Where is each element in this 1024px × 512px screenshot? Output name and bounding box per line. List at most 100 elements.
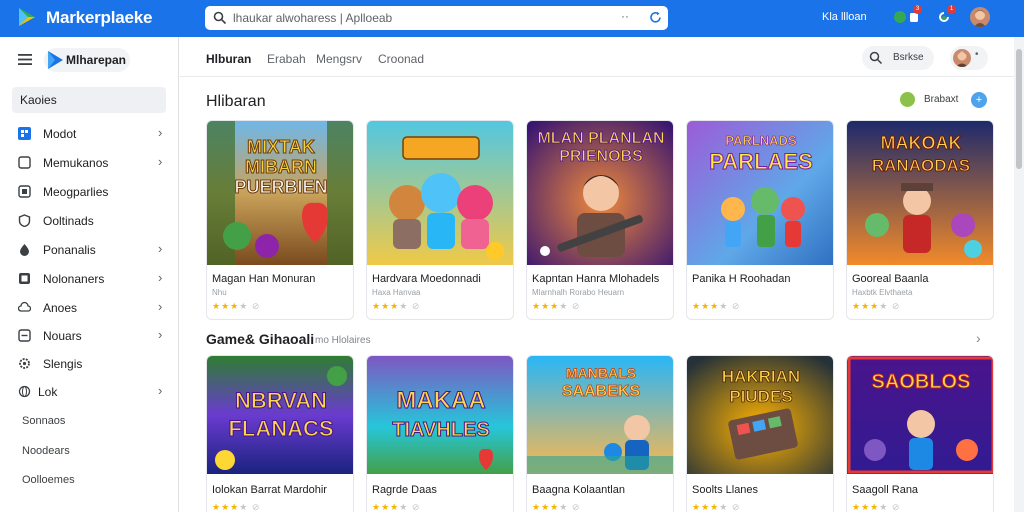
sidebar-item-label: Ooltinads <box>43 214 94 228</box>
sidebar-item-meogparlies[interactable]: Meogparlies <box>0 180 179 204</box>
square-icon <box>19 273 30 284</box>
game-title: Soolts Llanes <box>692 484 759 496</box>
sidebar-item-label: Nouars <box>43 329 82 343</box>
chevron-right-icon: › <box>158 327 163 342</box>
svg-text:MIXTAK: MIXTAK <box>247 137 315 157</box>
sidebar-link-oolloemes[interactable]: Oolloemes <box>22 474 75 486</box>
sidebar-item-memukanos[interactable]: Memukanos › <box>0 151 179 175</box>
sidebar-item-ponanalis[interactable]: Ponanalis › <box>0 238 179 262</box>
section-title: Hlibaran <box>206 93 266 110</box>
chevron-right-icon[interactable]: › <box>976 330 981 346</box>
game-card[interactable]: SAOBLOS Saagoll Rana ★★★★ ⊘ <box>846 355 994 512</box>
game-card[interactable]: PARLNADS PARLAES Panika H Roohadan ★★★★ … <box>686 120 834 320</box>
game-card[interactable]: MIXTAK MIBARN PUERBIEN Magan Han Monuran… <box>206 120 354 320</box>
sidebar-item-label: Lok <box>38 385 58 399</box>
section-title: Game& Gihaoali <box>206 331 315 347</box>
top-app-bar: Markerplaeke lhaukar alwoharess | Aplloe… <box>0 0 1024 37</box>
svg-text:NBRVAN: NBRVAN <box>235 388 327 413</box>
svg-text:FLANACS: FLANACS <box>228 416 333 441</box>
rating-stars: ★★★★ ⊘ <box>372 502 421 512</box>
profile-menu-button[interactable]: • <box>950 46 988 70</box>
sidebar-link-noodears[interactable]: Noodears <box>22 445 70 457</box>
sidebar-item-nouars[interactable]: Nouars › <box>0 324 179 348</box>
status-dot-icon <box>900 92 915 107</box>
game-meta: Nhu <box>212 288 227 297</box>
svg-text:TIAVHLES: TIAVHLES <box>392 419 489 441</box>
filter-search-label: Bsrkse <box>893 52 924 63</box>
chevron-right-icon: › <box>158 383 163 398</box>
tab-mengsrv[interactable]: Mengsrv <box>316 52 362 66</box>
search-input[interactable]: lhaukar alwoharess | Aplloeab <box>233 11 392 25</box>
add-icon[interactable]: + <box>971 92 987 108</box>
search-options-icon[interactable]: ·· <box>621 9 629 23</box>
chevron-right-icon: › <box>158 270 163 285</box>
filter-search-button[interactable]: Bsrkse <box>862 46 934 70</box>
game-thumbnail: MLAN PLANLAN PRIENOBS <box>527 121 673 265</box>
scrollbar-thumb[interactable] <box>1016 49 1022 169</box>
globe-icon <box>18 385 31 398</box>
svg-text:PUERBIEN: PUERBIEN <box>234 177 327 197</box>
sidebar-item-label: Memukanos <box>43 156 109 170</box>
rating-stars: ★★★★ ⊘ <box>372 301 421 311</box>
sidebar-item-label: Meogparlies <box>43 185 109 199</box>
svg-text:PIUDES: PIUDES <box>729 387 792 406</box>
chevron-right-icon: › <box>158 154 163 169</box>
game-card[interactable]: MLAN PLANLAN PRIENOBS Kapntan Hanra Mloh… <box>526 120 674 320</box>
sidebar-item-lok[interactable]: Lok › <box>0 380 179 404</box>
game-card[interactable]: MANBALS SAABEKS Baagna Kolaantlan ★★★★ ⊘ <box>526 355 674 512</box>
activity-badge: 1 <box>947 5 956 14</box>
game-title: Hardvara Moedonnadi <box>372 273 481 285</box>
svg-text:PARLNADS: PARLNADS <box>725 133 797 148</box>
chevron-right-icon: › <box>158 241 163 256</box>
game-thumbnail: HAKRIAN PIUDES <box>687 356 833 474</box>
menu-icon[interactable] <box>18 54 32 65</box>
rating-stars: ★★★★ ⊘ <box>692 502 741 512</box>
section-tools-label[interactable]: Brabaxt <box>924 94 958 105</box>
sidebar-item-label: Nolonaners <box>43 272 105 286</box>
sidebar-item-label: Modot <box>43 127 77 141</box>
game-card[interactable]: Hardvara Moedonnadi Haxa Hanvaa ★★★★ ⊘ <box>366 120 514 320</box>
game-thumbnail: MAKOAK RANAODAS <box>847 121 993 265</box>
tab-hlburan[interactable]: Hlburan <box>206 52 251 66</box>
svg-text:MAKAA: MAKAA <box>396 387 485 414</box>
search-bar[interactable]: lhaukar alwoharess | Aplloeab ·· <box>205 6 668 30</box>
user-avatar[interactable] <box>970 7 990 27</box>
sidebar-logo-label: Mlharepan <box>66 53 127 67</box>
marketplace-logo-icon[interactable] <box>16 6 38 28</box>
svg-text:RANAODAS: RANAODAS <box>872 156 970 175</box>
sidebar-item-ooltinads[interactable]: Ooltinads <box>0 209 179 233</box>
sidebar-item-modot[interactable]: Modot › <box>0 122 179 146</box>
vertical-scrollbar[interactable] <box>1014 37 1024 512</box>
game-thumbnail: MANBALS SAABEKS <box>527 356 673 474</box>
game-thumbnail: NBRVAN FLANACS <box>207 356 353 474</box>
sidebar-item-nolonaners[interactable]: Nolonaners › <box>0 267 179 291</box>
sidebar-item-label: Slengis <box>43 357 83 371</box>
refresh-icon[interactable] <box>648 10 663 25</box>
account-link[interactable]: Kla llloan <box>822 11 867 23</box>
game-meta: Haxbtk Elvthaeta <box>852 288 913 297</box>
grid-icon <box>18 127 31 140</box>
rating-stars: ★★★★ ⊘ <box>852 301 901 311</box>
game-card[interactable]: NBRVAN FLANACS Iolokan Barrat Mardohir ★… <box>206 355 354 512</box>
game-thumbnail <box>367 121 513 265</box>
sidebar-item-slengis[interactable]: Slengis <box>0 352 179 376</box>
rating-stars: ★★★★ ⊘ <box>212 502 261 512</box>
svg-text:PRIENOBS: PRIENOBS <box>559 148 643 165</box>
game-card[interactable]: MAKAA TIAVHLES Ragrde Daas ★★★★ ⊘ <box>366 355 514 512</box>
tab-croonad[interactable]: Croonad <box>378 52 424 66</box>
game-thumbnail: SAOBLOS <box>847 356 993 474</box>
sidebar-item-label: Anoes <box>43 301 78 315</box>
square-icon <box>18 185 31 198</box>
game-title: Kapntan Hanra Mlohadels <box>532 273 660 285</box>
rating-stars: ★★★★ ⊘ <box>532 301 581 311</box>
sidebar-item-anoes[interactable]: Anoes › <box>0 296 179 320</box>
sidebar-item-home[interactable]: Kaoies <box>12 87 166 113</box>
game-title: Ragrde Daas <box>372 484 437 496</box>
game-card[interactable]: HAKRIAN PIUDES Soolts Llanes ★★★★ ⊘ <box>686 355 834 512</box>
sidebar-link-sonnaos[interactable]: Sonnaos <box>22 415 65 427</box>
game-card[interactable]: MAKOAK RANAODAS Gooreal Baanla Haxbtk El… <box>846 120 994 320</box>
section-subtitle: mo Hlolaires <box>315 335 371 346</box>
sidebar-logo[interactable]: Mlharepan <box>44 48 130 72</box>
tab-erabah[interactable]: Erabah <box>267 52 306 66</box>
svg-text:SAOBLOS: SAOBLOS <box>872 371 971 393</box>
